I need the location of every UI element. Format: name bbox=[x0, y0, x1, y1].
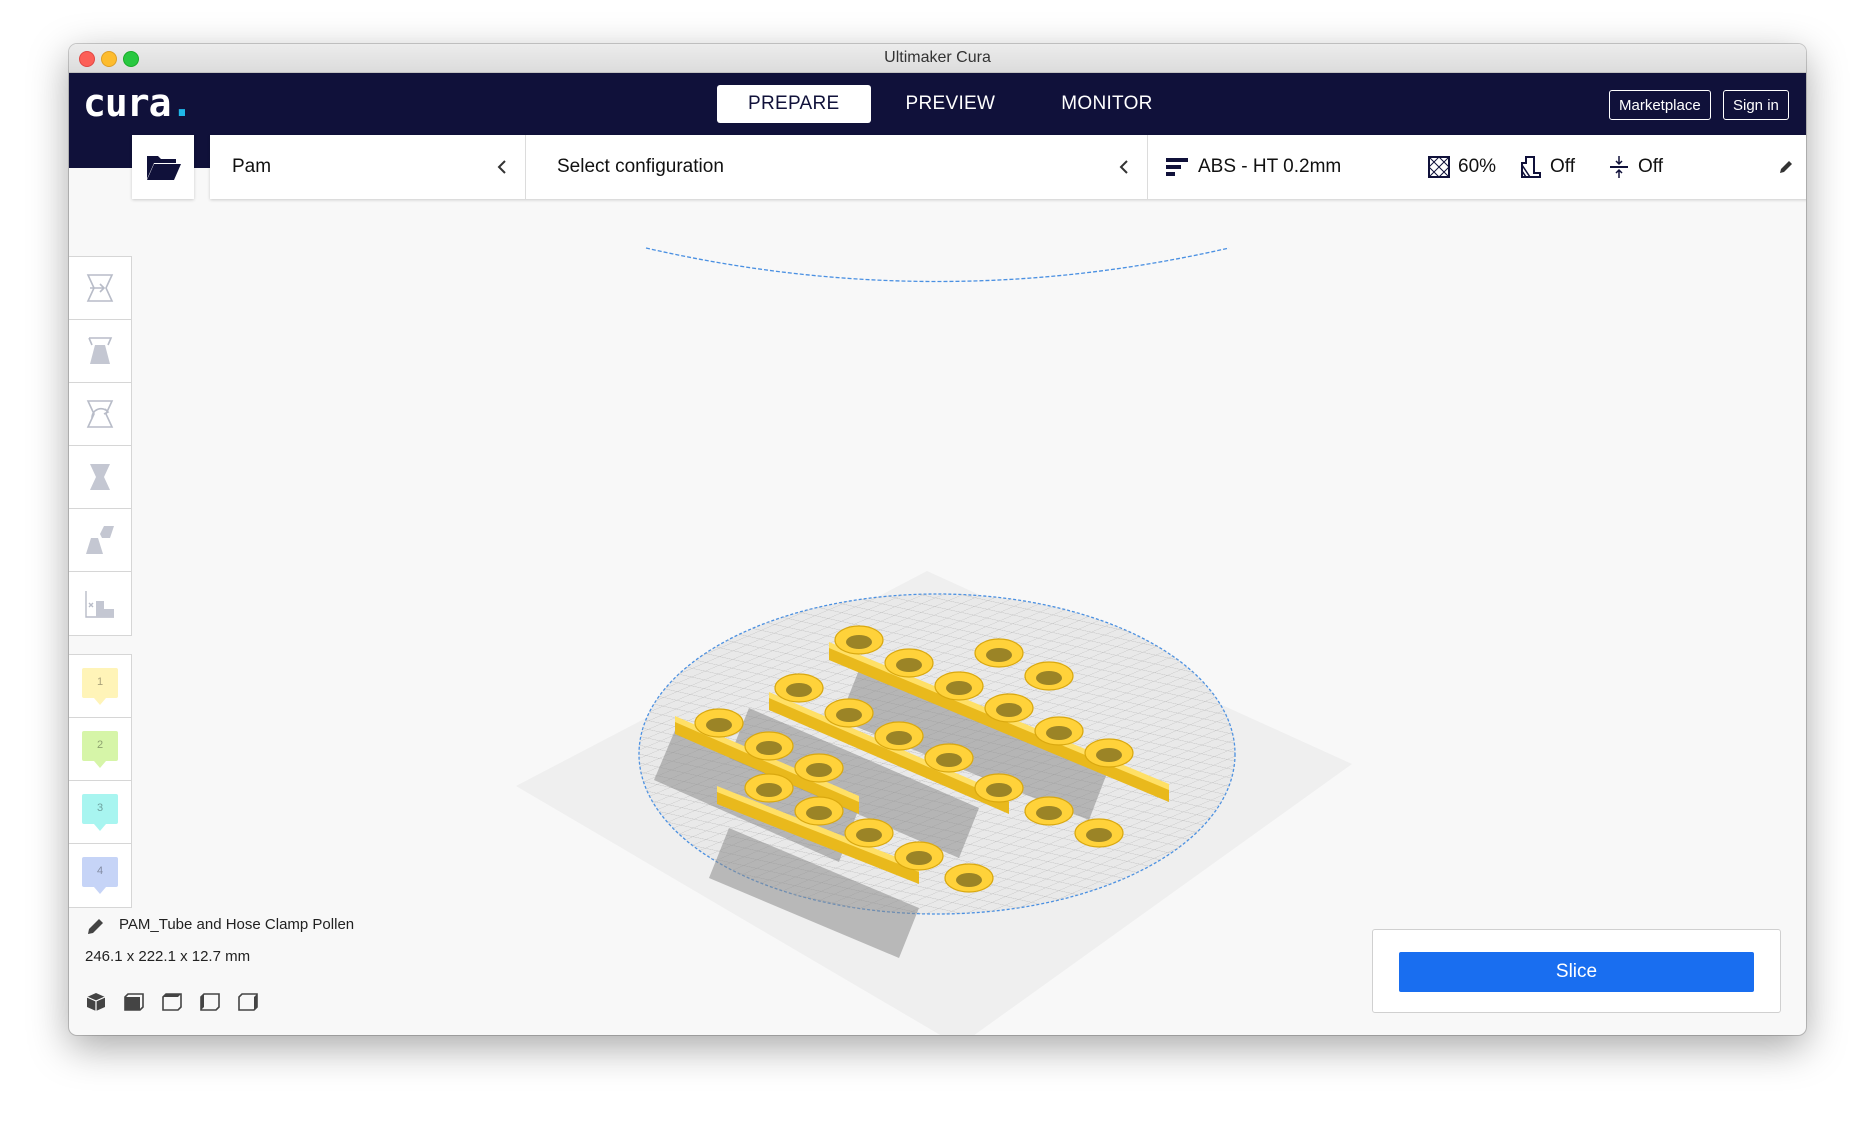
tool-toolbar bbox=[69, 256, 132, 636]
profile-icon bbox=[1166, 158, 1188, 176]
configuration-selector[interactable]: Select configuration bbox=[526, 135, 1146, 199]
extruder-4-label: 4 bbox=[82, 857, 118, 894]
profile-label: ABS - HT 0.2mm bbox=[1198, 156, 1342, 177]
extruder-2-label: 2 bbox=[82, 731, 118, 768]
3d-view-icon[interactable] bbox=[85, 991, 107, 1013]
pencil-icon bbox=[1780, 161, 1792, 173]
extruder-1-label: 1 bbox=[82, 668, 118, 705]
object-dimensions: 246.1 x 222.1 x 12.7 mm bbox=[85, 948, 251, 965]
printer-name: Pam bbox=[232, 156, 272, 177]
rotate-tool[interactable] bbox=[69, 383, 131, 446]
extruder-4-button[interactable]: 4 bbox=[69, 844, 131, 907]
sign-in-button[interactable]: Sign in bbox=[1723, 90, 1789, 120]
3d-viewport[interactable] bbox=[69, 168, 1806, 1035]
printer-selector[interactable]: Pam bbox=[210, 135, 525, 199]
close-window-button[interactable] bbox=[79, 51, 95, 67]
infill-value: 60% bbox=[1458, 156, 1497, 177]
mirror-tool[interactable] bbox=[69, 446, 131, 509]
infill-icon bbox=[1428, 156, 1450, 178]
support-blocker-icon bbox=[85, 591, 114, 618]
extruder-1-button[interactable]: 1 bbox=[69, 655, 131, 718]
adhesion-value: Off bbox=[1638, 156, 1663, 177]
scale-icon bbox=[88, 337, 113, 364]
print-settings-selector[interactable]: ABS - HT 0.2mm 60% Off Off bbox=[1148, 135, 1806, 199]
adhesion-icon bbox=[1610, 156, 1628, 178]
tab-preview[interactable]: PREVIEW bbox=[875, 85, 1027, 123]
minimize-window-button[interactable] bbox=[101, 51, 117, 67]
support-value: Off bbox=[1550, 156, 1575, 177]
extruder-3-label: 3 bbox=[82, 794, 118, 831]
per-model-settings-tool[interactable] bbox=[69, 509, 131, 572]
chevron-left-icon bbox=[497, 160, 506, 174]
action-panel: Slice bbox=[1372, 929, 1781, 1013]
maximize-window-button[interactable] bbox=[123, 51, 139, 67]
support-icon bbox=[1521, 156, 1541, 178]
front-view-icon[interactable] bbox=[123, 991, 145, 1013]
folder-open-icon bbox=[147, 156, 181, 180]
slice-button[interactable]: Slice bbox=[1399, 952, 1754, 992]
open-file-button[interactable] bbox=[132, 135, 194, 199]
extruder-3-button[interactable]: 3 bbox=[69, 781, 131, 844]
marketplace-button[interactable]: Marketplace bbox=[1609, 90, 1711, 120]
app-window: Ultimaker Cura cura. PREPARE PREVIEW MON… bbox=[69, 44, 1806, 1035]
pencil-icon bbox=[88, 919, 103, 934]
rotate-icon bbox=[86, 400, 114, 428]
object-name: PAM_Tube and Hose Clamp Pollen bbox=[119, 916, 355, 933]
move-icon bbox=[86, 274, 114, 302]
cura-logo: cura. bbox=[83, 81, 193, 125]
mirror-icon bbox=[90, 464, 110, 490]
chevron-left-icon bbox=[1119, 160, 1128, 174]
support-blocker-tool[interactable] bbox=[69, 572, 131, 635]
tab-prepare[interactable]: PREPARE bbox=[717, 85, 871, 123]
build-plate-scene bbox=[516, 247, 1352, 1035]
camera-view-buttons bbox=[85, 991, 275, 1013]
top-view-icon[interactable] bbox=[161, 991, 183, 1013]
title-bar: Ultimaker Cura bbox=[69, 44, 1806, 73]
scale-tool[interactable] bbox=[69, 320, 131, 383]
build-volume-outline bbox=[645, 247, 1230, 283]
print-setup-bar: Pam Select configuration ABS - HT 0.2mm … bbox=[210, 135, 1806, 199]
move-tool[interactable] bbox=[69, 257, 131, 320]
stage-tabs: PREPARE PREVIEW MONITOR bbox=[717, 85, 1188, 123]
extruder-toolbar: 1 2 3 4 bbox=[69, 654, 132, 908]
configuration-label: Select configuration bbox=[557, 156, 724, 177]
per-model-settings-icon bbox=[86, 526, 114, 554]
right-view-icon[interactable] bbox=[237, 991, 259, 1013]
window-title: Ultimaker Cura bbox=[884, 49, 991, 66]
tab-monitor[interactable]: MONITOR bbox=[1030, 85, 1183, 123]
extruder-2-button[interactable]: 2 bbox=[69, 718, 131, 781]
app-header: cura. PREPARE PREVIEW MONITOR Marketplac… bbox=[69, 73, 1806, 135]
left-view-icon[interactable] bbox=[199, 991, 221, 1013]
